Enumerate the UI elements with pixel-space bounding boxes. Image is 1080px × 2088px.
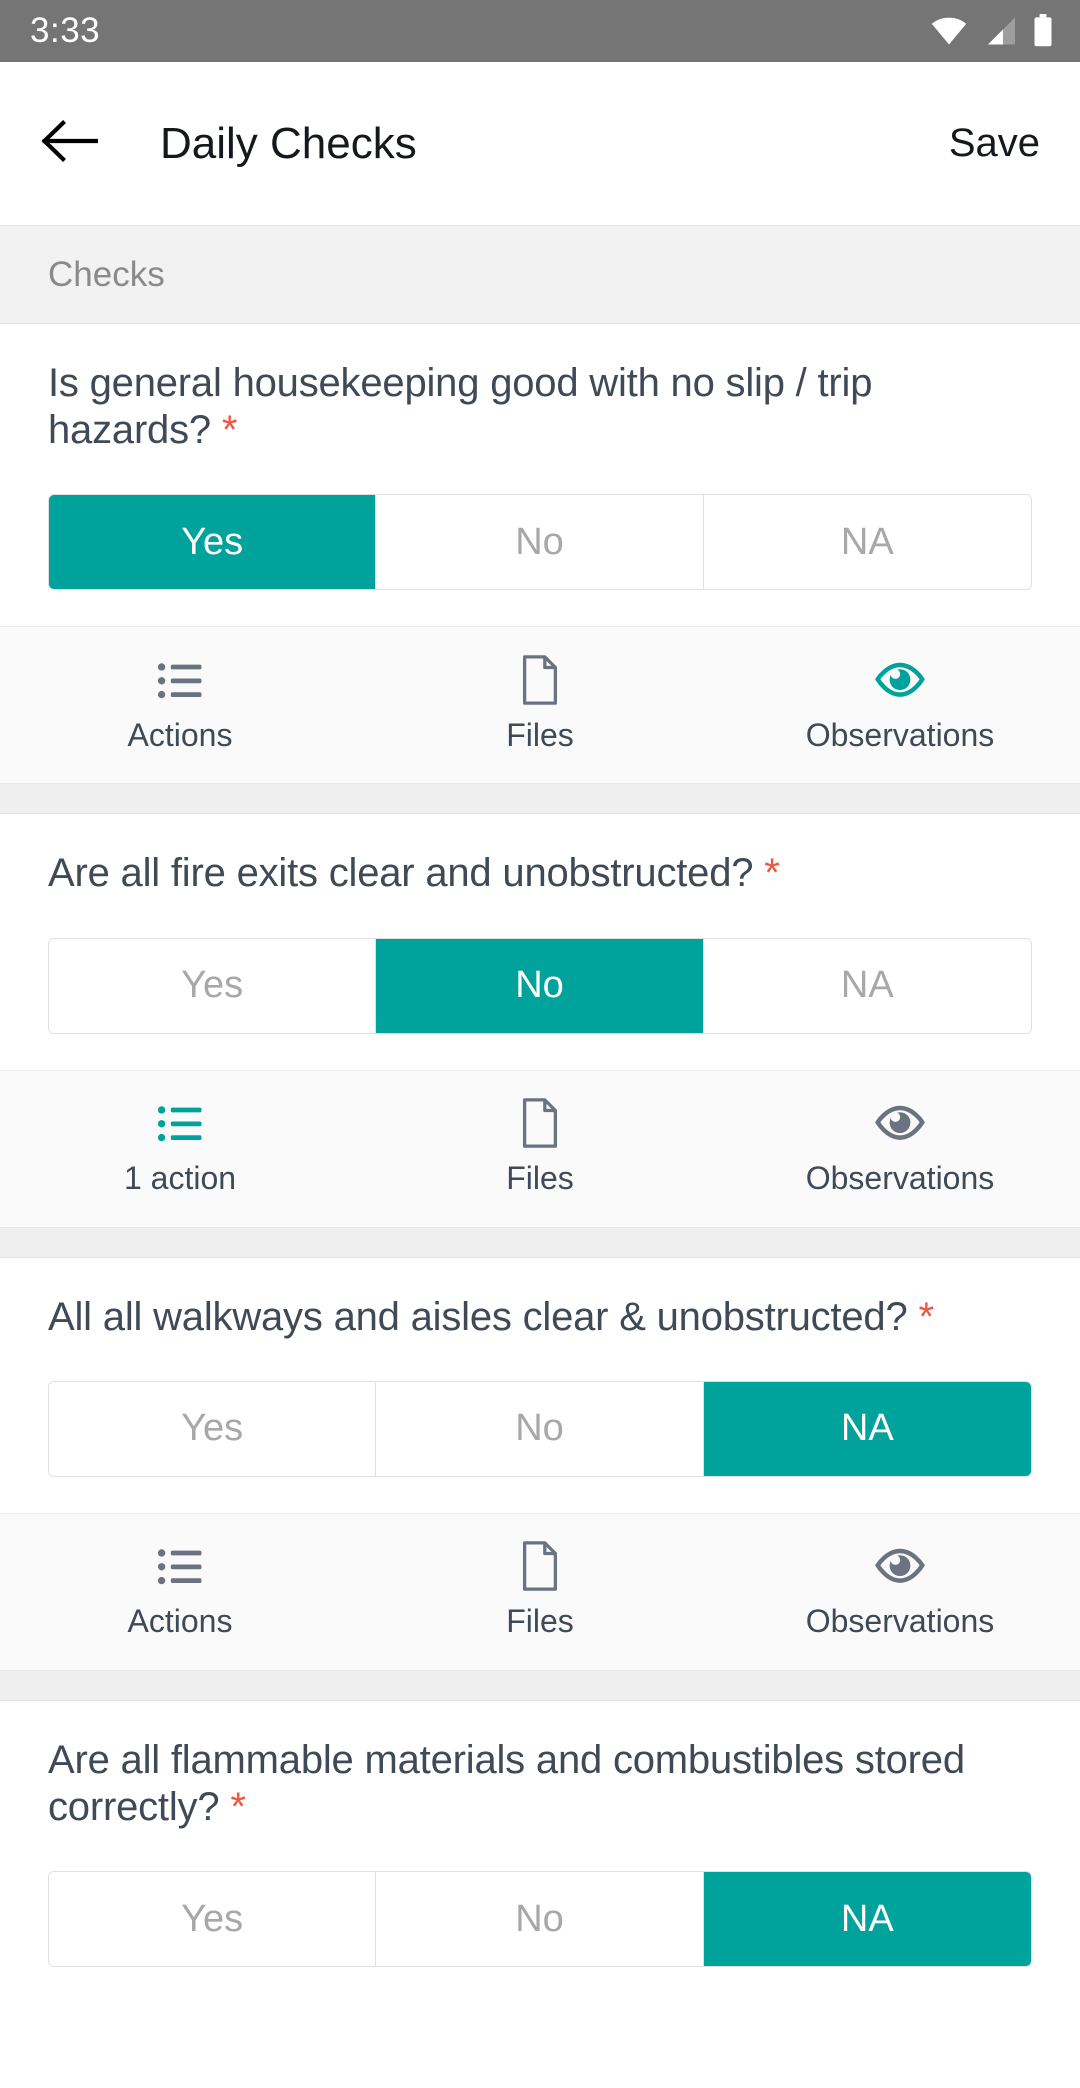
action-button-eye[interactable]: Observations bbox=[720, 1071, 1080, 1227]
answer-segmented-control-wrap: Yes No NA bbox=[0, 1341, 1080, 1513]
answer-option-na[interactable]: NA bbox=[703, 495, 1031, 590]
answer-segmented-control: Yes No NA bbox=[48, 937, 1032, 1034]
action-button-file[interactable]: Files bbox=[360, 1514, 720, 1670]
answer-segmented-control: Yes No NA bbox=[48, 1871, 1032, 1968]
answer-segmented-control-wrap: Yes No NA bbox=[0, 1831, 1080, 2003]
action-button-eye[interactable]: Observations bbox=[720, 627, 1080, 783]
answer-option-no[interactable]: No bbox=[376, 1381, 704, 1476]
list-icon bbox=[157, 1543, 203, 1589]
action-button-file[interactable]: Files bbox=[360, 627, 720, 783]
action-button-label: Actions bbox=[127, 1603, 233, 1640]
answer-option-yes[interactable]: Yes bbox=[49, 1872, 377, 1967]
action-button-list[interactable]: 1 action bbox=[0, 1071, 360, 1227]
checks-scroll-area[interactable]: Checks Is general housekeeping good with… bbox=[0, 225, 1080, 2088]
action-button-label: Actions bbox=[127, 716, 233, 753]
answer-option-no[interactable]: No bbox=[376, 938, 704, 1033]
answer-option-na[interactable]: NA bbox=[703, 938, 1031, 1033]
action-button-list[interactable]: Actions bbox=[0, 1514, 360, 1670]
question-text: Are all flammable materials and combusti… bbox=[0, 1701, 1080, 1831]
file-icon bbox=[519, 655, 561, 705]
file-icon bbox=[519, 1098, 561, 1148]
page-title: Daily Checks bbox=[160, 118, 417, 168]
action-button-label: Files bbox=[506, 1603, 574, 1640]
question-block: All all walkways and aisles clear & unob… bbox=[0, 1257, 1080, 1671]
question-block: Is general housekeeping good with no sli… bbox=[0, 324, 1080, 785]
eye-icon bbox=[875, 657, 925, 703]
question-label: Are all flammable materials and combusti… bbox=[48, 1737, 965, 1829]
action-button-label: 1 action bbox=[123, 1160, 237, 1197]
question-block: Are all fire exits clear and unobstructe… bbox=[0, 814, 1080, 1228]
app-bar: Daily Checks Save bbox=[0, 62, 1080, 225]
action-button-eye[interactable]: Observations bbox=[720, 1514, 1080, 1670]
list-icon bbox=[157, 657, 203, 703]
question-text: Is general housekeeping good with no sli… bbox=[0, 324, 1080, 454]
question-label: Is general housekeeping good with no sli… bbox=[48, 361, 873, 453]
answer-option-yes[interactable]: Yes bbox=[49, 495, 377, 590]
action-button-file[interactable]: Files bbox=[360, 1071, 720, 1227]
answer-segmented-control: Yes No NA bbox=[48, 1380, 1032, 1477]
question-text: All all walkways and aisles clear & unob… bbox=[0, 1258, 1080, 1341]
action-button-label: Observations bbox=[805, 1603, 995, 1640]
file-icon bbox=[519, 1541, 561, 1591]
answer-option-na[interactable]: NA bbox=[703, 1872, 1031, 1967]
wifi-icon bbox=[930, 16, 968, 46]
answer-option-yes[interactable]: Yes bbox=[49, 938, 377, 1033]
action-button-list[interactable]: Actions bbox=[0, 627, 360, 783]
answer-option-yes[interactable]: Yes bbox=[49, 1381, 377, 1476]
answer-segmented-control-wrap: Yes No NA bbox=[0, 898, 1080, 1070]
required-marker: * bbox=[918, 1294, 934, 1339]
back-button[interactable] bbox=[40, 109, 110, 179]
action-button-label: Observations bbox=[805, 716, 995, 753]
status-bar: 3:33 bbox=[0, 0, 1080, 62]
action-button-label: Files bbox=[506, 1160, 574, 1197]
status-bar-icons bbox=[930, 14, 1054, 48]
answer-option-no[interactable]: No bbox=[376, 495, 704, 590]
block-divider bbox=[0, 1670, 1080, 1701]
answer-segmented-control-wrap: Yes No NA bbox=[0, 454, 1080, 626]
cellular-signal-icon bbox=[982, 16, 1018, 46]
answer-option-no[interactable]: No bbox=[376, 1872, 704, 1967]
required-marker: * bbox=[764, 851, 780, 896]
questions-list: Is general housekeeping good with no sli… bbox=[0, 324, 1080, 2004]
question-action-bar: Actions Files Observations bbox=[0, 626, 1080, 785]
question-label: All all walkways and aisles clear & unob… bbox=[48, 1294, 908, 1339]
question-action-bar: 1 action Files Observations bbox=[0, 1069, 1080, 1228]
action-button-label: Observations bbox=[805, 1160, 995, 1197]
save-button[interactable]: Save bbox=[945, 111, 1044, 176]
required-marker: * bbox=[230, 1784, 246, 1829]
eye-icon bbox=[875, 1543, 925, 1589]
status-bar-clock: 3:33 bbox=[30, 11, 101, 50]
back-arrow-icon bbox=[40, 119, 99, 168]
block-divider bbox=[0, 1227, 1080, 1258]
required-marker: * bbox=[221, 408, 238, 453]
answer-segmented-control: Yes No NA bbox=[48, 494, 1032, 591]
section-header-checks: Checks bbox=[0, 225, 1080, 324]
question-block: Are all flammable materials and combusti… bbox=[0, 1700, 1080, 2004]
answer-option-na[interactable]: NA bbox=[703, 1381, 1031, 1476]
question-text: Are all fire exits clear and unobstructe… bbox=[0, 814, 1080, 897]
action-button-label: Files bbox=[506, 716, 574, 753]
eye-icon bbox=[875, 1100, 925, 1146]
section-header-label: Checks bbox=[48, 254, 165, 294]
app-screen: 3:33 Daily Checks Save Checks Is general… bbox=[0, 0, 1080, 2088]
question-action-bar: Actions Files Observations bbox=[0, 1512, 1080, 1671]
list-icon bbox=[157, 1100, 203, 1146]
battery-icon bbox=[1032, 14, 1054, 48]
question-label: Are all fire exits clear and unobstructe… bbox=[48, 851, 754, 896]
block-divider bbox=[0, 784, 1080, 815]
